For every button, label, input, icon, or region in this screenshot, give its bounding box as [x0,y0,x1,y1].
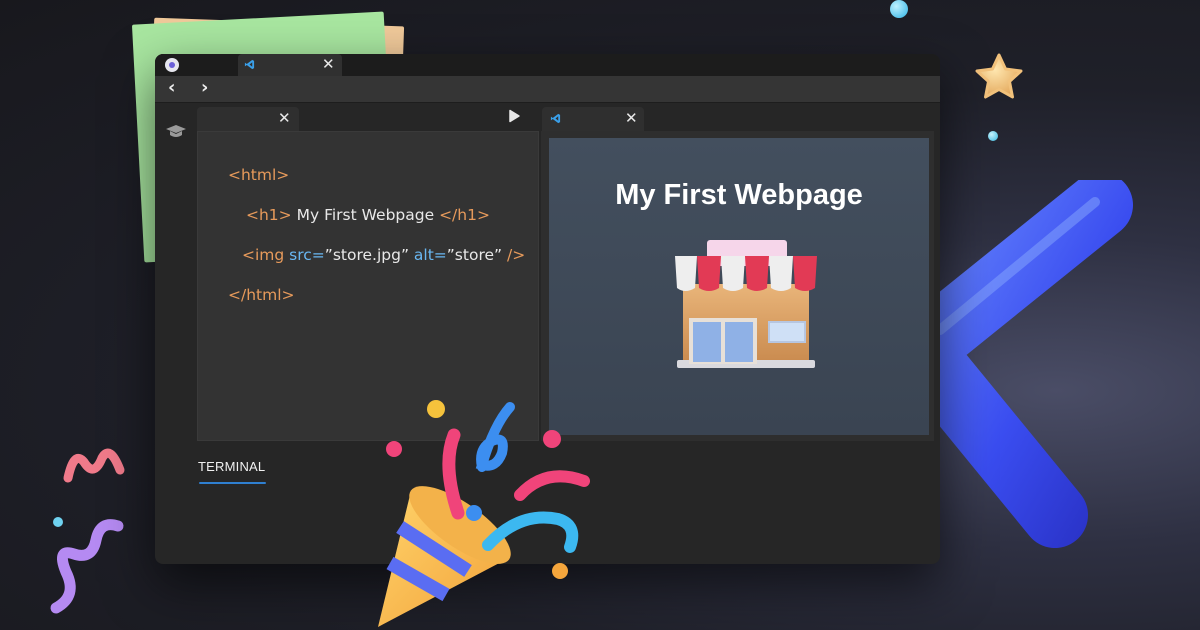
preview-title: My First Webpage [615,179,863,211]
code-tag: /> [502,246,526,264]
decor-dot-small [988,131,998,141]
code-tag: <html> [228,166,290,184]
store-icon [675,240,817,368]
preview-tab-close-icon[interactable]: ✕ [625,111,638,126]
graduation-cap-icon[interactable] [165,124,187,140]
code-text: My First Webpage [291,206,440,224]
star-icon [975,53,1023,99]
code-value: ”store” [446,246,503,264]
code-line-2: <h1> My First Webpage </h1> [246,206,490,224]
chevron-left-icon[interactable]: ‹ [168,79,175,97]
code-tag: </html> [228,286,295,304]
squiggle-purple-decor [50,519,124,614]
navigation-bar: ‹ › [155,76,940,103]
home-icon[interactable] [165,58,179,72]
code-line-3: <img src=”store.jpg” alt=”store” /> [242,246,525,264]
code-line-4: </html> [228,286,295,304]
run-icon[interactable] [507,109,521,123]
tab-close-icon[interactable]: ✕ [322,57,335,72]
decor-dot-blue [890,0,908,18]
code-line-1: <html> [228,166,289,184]
vscode-icon [550,113,561,124]
code-value: ”store.jpg” [324,246,409,264]
vscode-icon [244,59,255,70]
party-popper-icon [378,400,590,627]
editor-tab-close-icon[interactable]: ✕ [278,111,291,126]
code-attr: alt= [408,246,447,264]
terminal-tab[interactable]: TERMINAL [198,459,265,474]
preview-tab[interactable]: ✕ [542,107,644,131]
squiggle-pink-decor [63,448,125,483]
code-tag: </h1> [439,206,490,224]
code-tag: <h1> [246,206,292,224]
chevron-right-icon[interactable]: › [201,79,208,97]
terminal-tab-indicator [199,482,266,484]
editor-tab[interactable]: ✕ [197,107,299,131]
code-tag: <img [242,246,290,264]
code-attr: src= [289,246,325,264]
tab-vscode[interactable]: ✕ [238,54,342,76]
